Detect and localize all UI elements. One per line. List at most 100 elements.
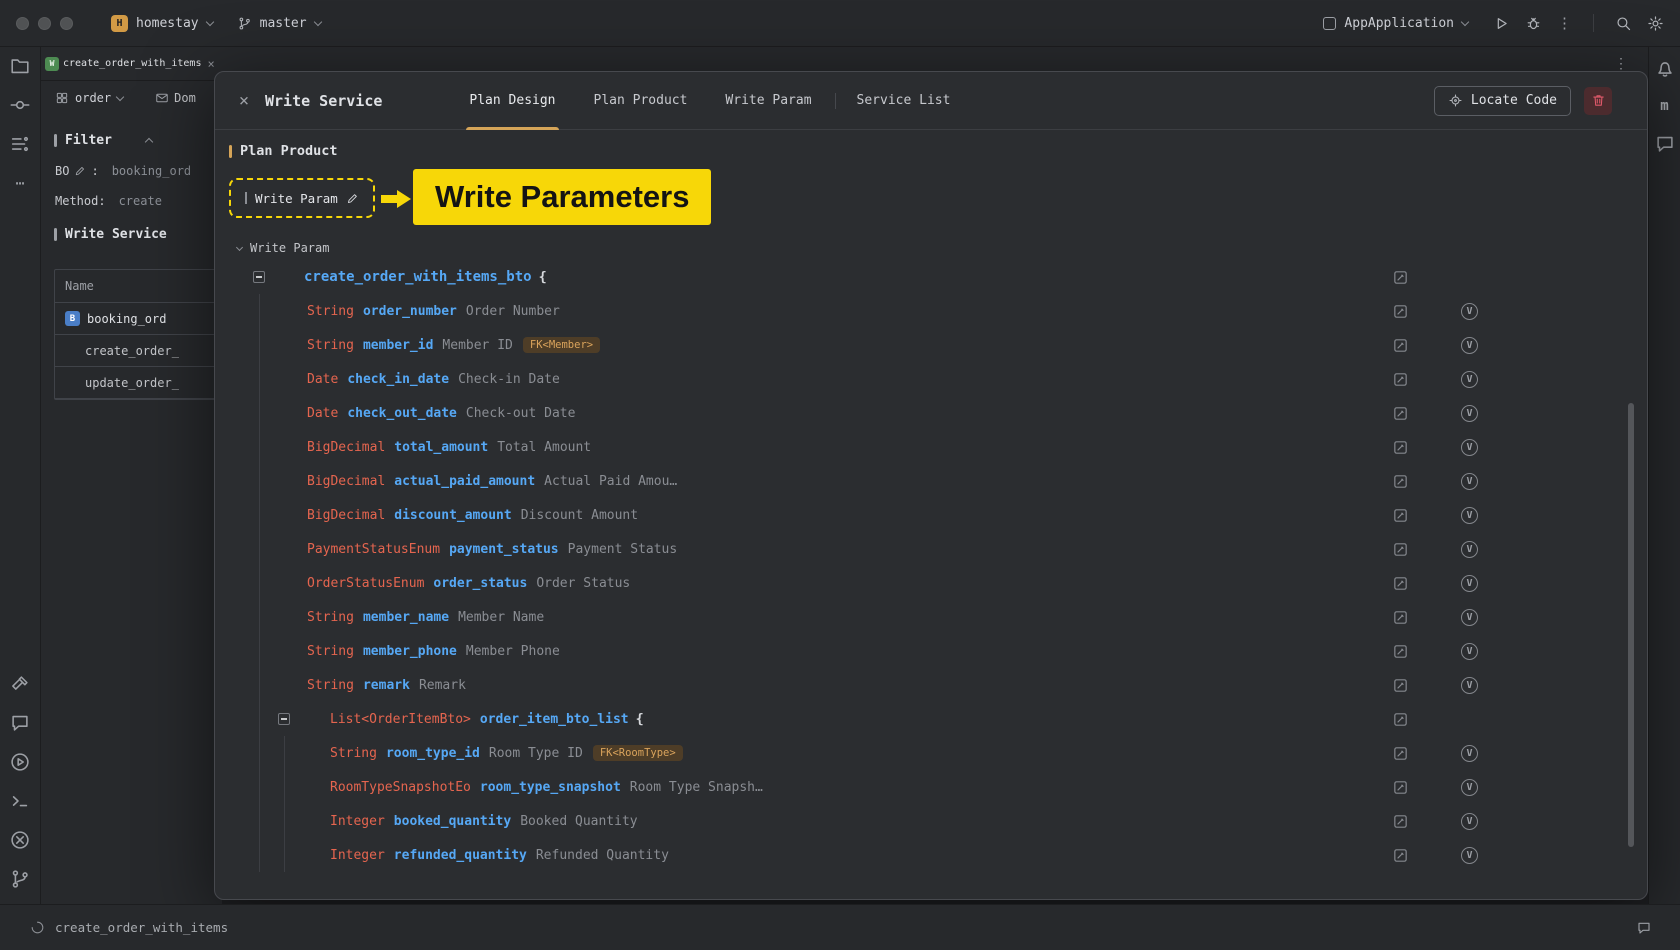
param-row[interactable]: Stringmember_phoneMember PhoneV <box>215 634 1647 668</box>
ai-chat-statusbar-icon[interactable] <box>1636 920 1652 936</box>
search-everywhere-icon[interactable] <box>1615 15 1632 32</box>
locate-code-button[interactable]: Locate Code <box>1434 86 1571 116</box>
more-tools-icon[interactable]: ⋯ <box>9 172 31 194</box>
param-row[interactable]: StringremarkRemarkV <box>215 668 1647 702</box>
edit-note-icon[interactable] <box>1392 269 1409 286</box>
edit-pencil-icon[interactable] <box>74 165 86 177</box>
validate-icon[interactable]: V <box>1461 677 1478 694</box>
edit-note-icon[interactable] <box>1392 473 1409 490</box>
domain-tab[interactable]: Dom <box>155 91 196 105</box>
param-row[interactable]: Datecheck_in_dateCheck-in DateV <box>215 362 1647 396</box>
edit-note-icon[interactable] <box>1392 643 1409 660</box>
dialog-close-icon[interactable]: × <box>235 91 253 111</box>
dialog-tab-write-param[interactable]: Write Param <box>710 72 826 129</box>
edit-note-icon[interactable] <box>1392 337 1409 354</box>
validate-icon[interactable]: V <box>1461 371 1478 388</box>
project-selector[interactable]: H homestay <box>101 10 223 37</box>
window-minimize-button[interactable] <box>38 17 51 30</box>
edit-note-icon[interactable] <box>1392 575 1409 592</box>
service-row[interactable]: Bbooking_ord <box>55 303 222 335</box>
run-button[interactable] <box>1493 15 1510 32</box>
ai-chat-tool-icon[interactable] <box>9 712 31 734</box>
settings-gear-icon[interactable] <box>1647 15 1664 32</box>
param-row[interactable]: Stringmember_nameMember NameV <box>215 600 1647 634</box>
validate-icon[interactable]: V <box>1461 575 1478 592</box>
collapse-chevron-icon[interactable] <box>145 137 153 145</box>
terminal-tool-icon[interactable] <box>9 790 31 812</box>
delete-button[interactable] <box>1584 87 1612 115</box>
param-row[interactable]: Stringmember_idMember IDFK<Member>V <box>215 328 1647 362</box>
param-row[interactable]: Datecheck_out_dateCheck-out DateV <box>215 396 1647 430</box>
validate-icon[interactable]: V <box>1461 643 1478 660</box>
validate-icon[interactable]: V <box>1461 303 1478 320</box>
build-tool-icon[interactable] <box>9 673 31 695</box>
validate-icon[interactable]: V <box>1461 609 1478 626</box>
validate-icon[interactable]: V <box>1461 779 1478 796</box>
param-row[interactable]: PaymentStatusEnumpayment_statusPayment S… <box>215 532 1647 566</box>
more-actions-icon[interactable]: ⋮ <box>1557 14 1572 32</box>
param-row[interactable]: create_order_with_items_bto{V <box>215 260 1647 294</box>
param-row[interactable]: BigDecimalactual_paid_amountActual Paid … <box>215 464 1647 498</box>
project-tool-icon[interactable] <box>9 55 31 77</box>
param-row[interactable]: BigDecimaldiscount_amountDiscount Amount… <box>215 498 1647 532</box>
ai-assistant-tool-icon[interactable] <box>1654 133 1676 155</box>
bo-value[interactable]: booking_ord <box>112 164 191 178</box>
editor-tab[interactable]: W create_order_with_items × <box>41 47 223 81</box>
scrollbar-thumb[interactable] <box>1628 403 1634 847</box>
param-row[interactable]: Integerrefunded_quantityRefunded Quantit… <box>215 838 1647 872</box>
commit-tool-icon[interactable] <box>9 94 31 116</box>
services-tool-icon[interactable] <box>9 751 31 773</box>
method-value[interactable]: create <box>119 194 162 208</box>
collapse-toggle-icon[interactable] <box>278 713 290 725</box>
service-row[interactable]: update_order_ <box>55 367 222 399</box>
dialog-tab-plan-product[interactable]: Plan Product <box>579 72 703 129</box>
dialog-tab-service-list[interactable]: Service List <box>842 72 966 129</box>
window-zoom-button[interactable] <box>60 17 73 30</box>
module-selector[interactable]: order <box>55 91 123 105</box>
git-tool-icon[interactable] <box>9 868 31 890</box>
param-row[interactable]: OrderStatusEnumorder_statusOrder StatusV <box>215 566 1647 600</box>
validate-icon[interactable]: V <box>1461 541 1478 558</box>
maven-tool-icon[interactable]: m <box>1654 95 1676 117</box>
edit-note-icon[interactable] <box>1392 711 1409 728</box>
branch-selector[interactable]: master <box>227 11 331 36</box>
edit-note-icon[interactable] <box>1392 507 1409 524</box>
dialog-tab-plan-design[interactable]: Plan Design <box>454 72 570 129</box>
edit-note-icon[interactable] <box>1392 779 1409 796</box>
edit-note-icon[interactable] <box>1392 745 1409 762</box>
param-row[interactable]: BigDecimaltotal_amountTotal AmountV <box>215 430 1647 464</box>
collapse-toggle-icon[interactable] <box>253 271 265 283</box>
edit-note-icon[interactable] <box>1392 541 1409 558</box>
edit-note-icon[interactable] <box>1392 371 1409 388</box>
validate-icon[interactable]: V <box>1461 405 1478 422</box>
param-row[interactable]: Stringorder_numberOrder NumberV <box>215 294 1647 328</box>
param-row[interactable]: Stringroom_type_idRoom Type IDFK<RoomTyp… <box>215 736 1647 770</box>
validate-icon[interactable]: V <box>1461 439 1478 456</box>
tab-options-icon[interactable]: ⋮ <box>1614 56 1628 72</box>
problems-tool-icon[interactable] <box>9 829 31 851</box>
filter-section-header[interactable]: Filter <box>54 131 222 149</box>
window-close-button[interactable] <box>16 17 29 30</box>
validate-icon[interactable]: V <box>1461 337 1478 354</box>
edit-note-icon[interactable] <box>1392 609 1409 626</box>
structure-tool-icon[interactable] <box>9 133 31 155</box>
validate-icon[interactable]: V <box>1461 847 1478 864</box>
edit-note-icon[interactable] <box>1392 847 1409 864</box>
validate-icon[interactable]: V <box>1461 813 1478 830</box>
param-row[interactable]: RoomTypeSnapshotEoroom_type_snapshotRoom… <box>215 770 1647 804</box>
notifications-bell-icon[interactable] <box>1654 57 1676 79</box>
edit-note-icon[interactable] <box>1392 405 1409 422</box>
validate-icon[interactable]: V <box>1461 473 1478 490</box>
write-param-tree-header[interactable]: Write Param <box>237 240 1647 256</box>
param-row[interactable]: Integerbooked_quantityBooked QuantityV <box>215 804 1647 838</box>
edit-note-icon[interactable] <box>1392 303 1409 320</box>
validate-icon[interactable]: V <box>1461 745 1478 762</box>
tab-close-icon[interactable]: × <box>207 57 214 71</box>
edit-note-icon[interactable] <box>1392 677 1409 694</box>
edit-note-icon[interactable] <box>1392 439 1409 456</box>
validate-icon[interactable]: V <box>1461 507 1478 524</box>
debug-button[interactable] <box>1525 15 1542 32</box>
edit-note-icon[interactable] <box>1392 813 1409 830</box>
run-configuration-selector[interactable]: AppApplication <box>1313 11 1478 36</box>
write-param-button[interactable]: Write Param <box>229 178 375 218</box>
